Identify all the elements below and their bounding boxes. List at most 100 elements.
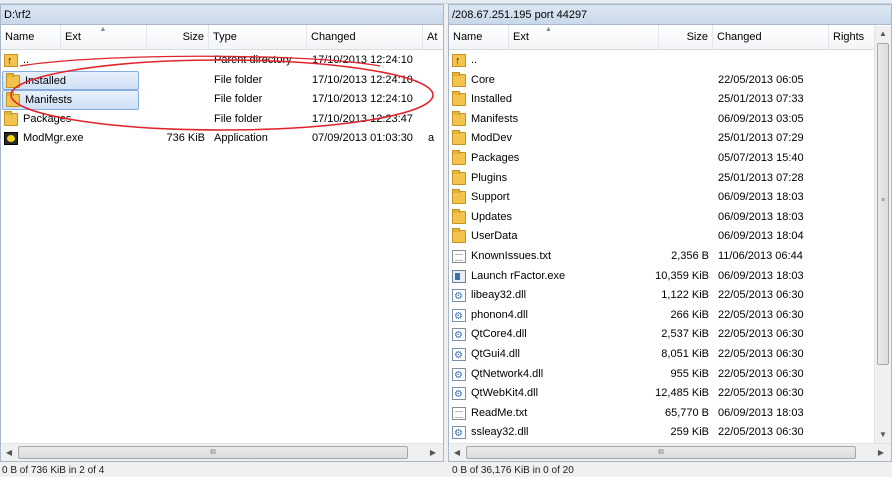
remote-col-size[interactable]: Size: [659, 25, 713, 50]
file-size: 266 KiB: [670, 308, 709, 321]
scroll-thumb[interactable]: III: [18, 446, 408, 459]
local-col-size[interactable]: Size: [147, 25, 209, 50]
local-col-type[interactable]: Type: [209, 25, 307, 50]
local-col-ext-label: Ext: [65, 31, 81, 43]
table-row[interactable]: UserData 06/09/2013 18:04: [449, 227, 874, 247]
file-name: Packages: [471, 151, 520, 164]
table-row[interactable]: Installed File folder 17/10/2013 12:24:1…: [1, 70, 443, 91]
local-col-attr[interactable]: At: [423, 25, 443, 50]
scroll-up-icon[interactable]: ▲: [875, 26, 891, 42]
local-path-bar[interactable]: D:\rf2: [1, 5, 443, 25]
file-changed: [718, 51, 826, 71]
dll-icon: [452, 287, 466, 306]
table-row[interactable]: Manifests 06/09/2013 03:05: [449, 110, 874, 130]
local-horizontal-scrollbar[interactable]: ◀ III ▶: [1, 443, 443, 461]
file-type: File folder: [214, 112, 263, 125]
file-size: 736 KiB: [166, 132, 205, 145]
file-size: [649, 169, 709, 189]
table-row[interactable]: QtWebKit4.dll 12,485 KiB 22/05/2013 06:30: [449, 384, 874, 404]
table-row[interactable]: Packages File folder 17/10/2013 12:23:47: [1, 110, 443, 130]
file-size: [649, 110, 709, 130]
table-row[interactable]: Support 06/09/2013 18:03: [449, 188, 874, 208]
file-name: Support: [471, 191, 510, 204]
remote-col-rights[interactable]: Rights: [829, 25, 876, 50]
remote-file-panel: /208.67.251.195 port 44297 Name ▲ Ext Siz…: [448, 4, 892, 462]
table-row[interactable]: KnownIssues.txt 2,356 B 11/06/2013 06:44: [449, 247, 874, 267]
file-attr: [428, 110, 442, 130]
remote-vertical-scrollbar[interactable]: ▲ ≡ ▼: [874, 26, 891, 443]
local-col-changed-label: Changed: [311, 31, 356, 43]
remote-path-bar[interactable]: /208.67.251.195 port 44297: [449, 5, 891, 25]
scroll-left-icon[interactable]: ◀: [1, 444, 17, 461]
file-attr: [428, 71, 442, 91]
file-name-cell: QtWebKit4.dll: [449, 384, 654, 404]
file-size: 12,485 KiB: [655, 387, 709, 400]
local-status-bar: 0 B of 736 KiB in 2 of 4: [2, 465, 105, 476]
file-changed: 17/10/2013 12:24:10: [312, 93, 413, 106]
remote-col-changed[interactable]: Changed: [713, 25, 829, 50]
local-col-changed[interactable]: Changed: [307, 25, 423, 50]
folder-icon: [452, 169, 466, 185]
file-changed: 25/01/2013 07:29: [718, 132, 804, 145]
folder-icon: [452, 149, 466, 165]
table-row[interactable]: Updates 06/09/2013 18:03: [449, 208, 874, 228]
table-row[interactable]: Packages 05/07/2013 15:40: [449, 149, 874, 169]
file-name-cell: Manifests: [2, 90, 139, 110]
remote-path-text: /208.67.251.195 port 44297: [452, 9, 588, 21]
parent-dir-icon: [4, 52, 18, 71]
file-attr: [428, 51, 442, 71]
file-size: [649, 129, 709, 149]
local-file-panel: D:\rf2 Name ▲ Ext Size Type Changed At ..…: [0, 4, 444, 462]
file-changed: 22/05/2013 06:05: [718, 73, 804, 86]
table-row[interactable]: Plugins 25/01/2013 07:28: [449, 169, 874, 189]
table-row[interactable]: Installed 25/01/2013 07:33: [449, 90, 874, 110]
file-name: KnownIssues.txt: [471, 249, 552, 262]
table-row[interactable]: Core 22/05/2013 06:05: [449, 71, 874, 91]
file-size: [649, 90, 709, 110]
file-changed: 17/10/2013 12:23:47: [312, 112, 413, 125]
local-col-ext[interactable]: ▲ Ext: [61, 25, 147, 50]
table-row[interactable]: ModMgr.exe 736 KiB Application 07/09/201…: [1, 129, 443, 149]
table-row[interactable]: .. Parent directory 17/10/2013 12:24:10: [1, 51, 443, 71]
folder-icon: [452, 208, 466, 224]
file-changed: 25/01/2013 07:33: [718, 93, 804, 106]
remote-horizontal-scrollbar[interactable]: ◀ III ▶: [449, 443, 891, 461]
scroll-down-icon[interactable]: ▼: [875, 427, 891, 443]
local-column-header: Name ▲ Ext Size Type Changed At: [1, 25, 443, 50]
scroll-thumb[interactable]: III: [466, 446, 856, 459]
dll-icon: [452, 307, 466, 325]
file-changed: 17/10/2013 12:24:10: [312, 54, 413, 66]
scroll-thumb[interactable]: ≡: [877, 43, 889, 365]
file-name-cell: Plugins: [449, 169, 654, 189]
table-row[interactable]: phonon4.dll 266 KiB 22/05/2013 06:30: [449, 306, 874, 325]
file-name-cell: KnownIssues.txt: [449, 247, 654, 267]
file-name: UserData: [471, 230, 518, 243]
table-row[interactable]: Launch rFactor.exe 10,359 KiB 06/09/2013 1…: [449, 267, 874, 287]
scroll-right-icon[interactable]: ▶: [873, 444, 889, 461]
table-row[interactable]: ModDev 25/01/2013 07:29: [449, 129, 874, 149]
table-row[interactable]: libeay32.dll 1,122 KiB 22/05/2013 06:30: [449, 286, 874, 306]
file-name: Manifests: [25, 94, 73, 107]
file-type: Parent directory: [214, 54, 292, 66]
file-changed: 05/07/2013 15:40: [718, 151, 804, 164]
folder-icon: [4, 110, 18, 126]
scroll-left-icon[interactable]: ◀: [449, 444, 465, 461]
file-changed: 22/05/2013 06:30: [718, 367, 804, 380]
table-row[interactable]: ssleay32.dll 259 KiB 22/05/2013 06:30: [449, 423, 874, 443]
file-attr: [428, 90, 442, 110]
table-row[interactable]: ReadMe.txt 65,770 B 06/09/2013 18:03: [449, 404, 874, 424]
table-row[interactable]: QtGui4.dll 8,051 KiB 22/05/2013 06:30: [449, 345, 874, 365]
file-name: Updates: [471, 210, 512, 223]
file-name-cell: QtCore4.dll: [449, 325, 654, 345]
remote-col-name[interactable]: Name: [449, 25, 509, 50]
scroll-right-icon[interactable]: ▶: [425, 444, 441, 461]
local-col-name[interactable]: Name: [1, 25, 61, 50]
remote-col-ext[interactable]: ▲ Ext: [509, 25, 659, 50]
file-name: ModDev: [471, 132, 512, 145]
table-row[interactable]: QtCore4.dll 2,537 KiB 22/05/2013 06:30: [449, 325, 874, 345]
table-row[interactable]: QtNetwork4.dll 955 KiB 22/05/2013 06:30: [449, 365, 874, 384]
remote-column-header: Name ▲ Ext Size Changed Rights: [449, 25, 891, 50]
table-row[interactable]: ..: [449, 51, 874, 71]
table-row[interactable]: Manifests File folder 17/10/2013 12:24:1…: [1, 90, 443, 110]
file-name: ssleay32.dll: [471, 426, 529, 439]
